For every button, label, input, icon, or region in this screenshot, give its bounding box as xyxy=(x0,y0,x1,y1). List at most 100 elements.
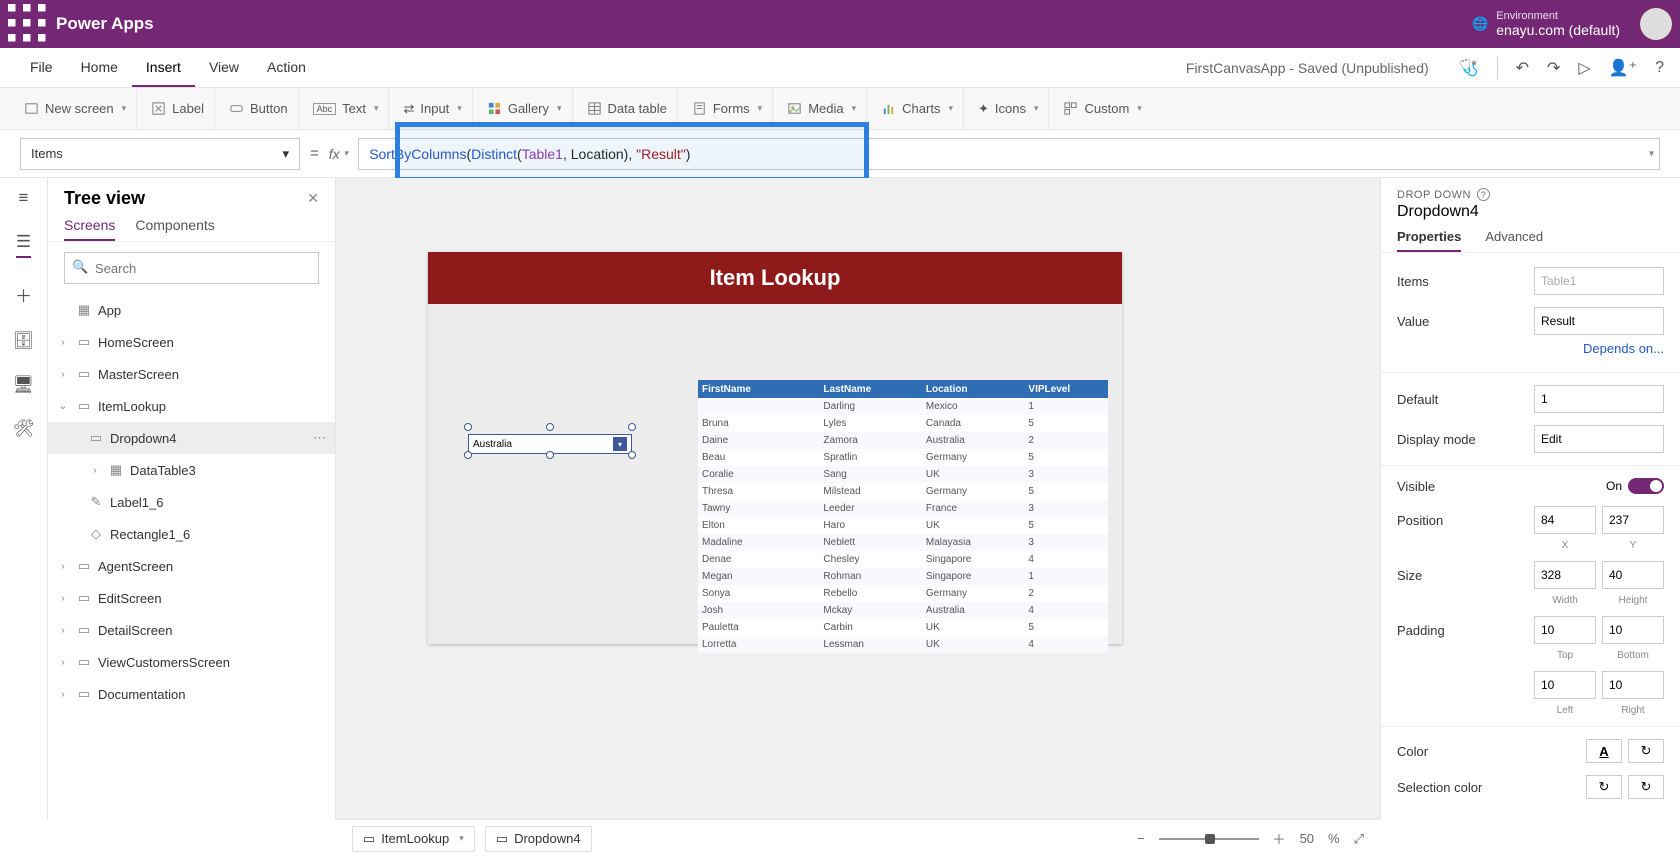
fx-label[interactable]: fx▾ xyxy=(329,146,348,162)
undo-icon[interactable]: ↶ xyxy=(1516,58,1529,78)
resize-handle[interactable] xyxy=(546,451,554,459)
gallery-menu[interactable]: Gallery▾ xyxy=(477,88,573,129)
tree-node-masterscreen[interactable]: ›▭MasterScreen xyxy=(48,358,335,390)
prop-pad-right[interactable] xyxy=(1602,671,1664,699)
help-icon[interactable]: ? xyxy=(1655,59,1664,77)
tree-node-itemlookup[interactable]: ⌄▭ItemLookup xyxy=(48,390,335,422)
environment-picker[interactable]: Environment enayu.com (default) xyxy=(1496,10,1620,38)
prop-position-y[interactable] xyxy=(1602,506,1664,534)
tree-node-agentscreen[interactable]: ›▭AgentScreen xyxy=(48,550,335,582)
charts-menu[interactable]: Charts▾ xyxy=(871,88,964,129)
waffle-icon[interactable] xyxy=(8,4,48,44)
tree-node-editscreen[interactable]: ›▭EditScreen xyxy=(48,582,335,614)
tree-node-rectangle1-6[interactable]: ◇Rectangle1_6 xyxy=(48,518,335,550)
label-button[interactable]: Label xyxy=(141,88,215,129)
tree-search-input[interactable] xyxy=(64,252,319,284)
tab-components[interactable]: Components xyxy=(135,217,214,241)
prop-position-x[interactable] xyxy=(1534,506,1596,534)
prop-default-input[interactable] xyxy=(1534,385,1664,413)
tab-advanced[interactable]: Advanced xyxy=(1485,229,1543,252)
tree-node-datatable3[interactable]: ›▦DataTable3 xyxy=(48,454,335,486)
more-icon[interactable]: ⋯ xyxy=(313,430,327,446)
media-pane-icon[interactable]: 🖥 xyxy=(13,375,35,395)
forms-menu[interactable]: Forms▾ xyxy=(682,88,773,129)
tab-screens[interactable]: Screens xyxy=(64,217,115,241)
prop-size-w[interactable] xyxy=(1534,561,1596,589)
fit-to-window-icon[interactable]: ⤢ xyxy=(1354,831,1364,847)
environment-icon: 🌐 xyxy=(1472,16,1488,32)
data-table-button[interactable]: Data table xyxy=(577,88,678,129)
info-icon[interactable]: ? xyxy=(1477,188,1490,201)
zoom-slider[interactable] xyxy=(1159,838,1259,840)
breadcrumb-screen[interactable]: ▭ItemLookup▾ xyxy=(352,826,475,852)
prop-pad-top[interactable] xyxy=(1534,616,1596,644)
resize-handle[interactable] xyxy=(464,423,472,431)
prop-visible-toggle[interactable]: On xyxy=(1606,478,1664,494)
resize-handle[interactable] xyxy=(464,451,472,459)
menu-file[interactable]: File xyxy=(16,48,67,87)
prop-pad-left[interactable] xyxy=(1534,671,1596,699)
button-button[interactable]: Button xyxy=(219,88,299,129)
prop-items-input[interactable] xyxy=(1534,267,1664,295)
tree-node-app[interactable]: ▦App xyxy=(48,294,335,326)
prop-size-h[interactable] xyxy=(1602,561,1664,589)
text-menu[interactable]: AbcText▾ xyxy=(303,88,390,129)
data-icon[interactable]: 🗄 xyxy=(13,331,35,351)
prop-value-input[interactable] xyxy=(1534,307,1664,335)
canvas-area[interactable]: Item Lookup Australia ▾ FirstNameLastNam… xyxy=(336,178,1380,819)
breadcrumb-control[interactable]: ▭Dropdown4 xyxy=(485,826,592,852)
pos-x-sublabel: X xyxy=(1534,540,1596,551)
insert-ribbon: New screen▾ Label Button AbcText▾ ⇄Input… xyxy=(0,88,1680,130)
prop-displaymode-input[interactable] xyxy=(1534,425,1664,453)
dropdown-value: Australia xyxy=(473,439,512,450)
tree-node-viewcustomers[interactable]: ›▭ViewCustomersScreen xyxy=(48,646,335,678)
zoom-in-icon[interactable]: ＋ xyxy=(1273,829,1286,848)
share-icon[interactable]: 👤⁺ xyxy=(1609,58,1637,78)
icons-menu[interactable]: ✦Icons▾ xyxy=(968,88,1050,129)
play-icon[interactable]: ▷ xyxy=(1578,58,1590,78)
property-selector[interactable]: Items ▾ xyxy=(20,138,300,170)
formula-input[interactable]: SortByColumns(Distinct(Table1, Location)… xyxy=(358,138,1660,170)
app-checker-icon[interactable]: 🩺 xyxy=(1459,58,1479,78)
close-icon[interactable]: ✕ xyxy=(307,190,319,207)
media-menu[interactable]: Media▾ xyxy=(777,88,867,129)
resize-handle[interactable] xyxy=(628,451,636,459)
tree-node-label1-6[interactable]: ✎Label1_6 xyxy=(48,486,335,518)
tree-node-dropdown4[interactable]: ▭Dropdown4⋯ xyxy=(48,422,335,454)
menu-insert[interactable]: Insert xyxy=(132,48,195,87)
formula-expand-icon[interactable]: ▾ xyxy=(1649,148,1654,159)
tab-properties[interactable]: Properties xyxy=(1397,229,1461,252)
canvas-header: Item Lookup xyxy=(428,252,1122,304)
depends-on-link[interactable]: Depends on... xyxy=(1381,341,1680,366)
resize-handle[interactable] xyxy=(546,423,554,431)
custom-menu[interactable]: Custom▾ xyxy=(1053,88,1151,129)
tree-node-homescreen[interactable]: ›▭HomeScreen xyxy=(48,326,335,358)
prop-default-label: Default xyxy=(1397,392,1534,407)
new-screen-button[interactable]: New screen▾ xyxy=(16,88,137,129)
selcolor-swatch[interactable]: ↻ xyxy=(1586,775,1622,799)
insert-pane-icon[interactable]: ＋ xyxy=(15,282,32,307)
tools-icon[interactable]: 🛠 xyxy=(13,419,35,439)
menu-view[interactable]: View xyxy=(195,48,253,87)
pad-l-sublabel: Left xyxy=(1534,705,1596,716)
redo-icon[interactable]: ↷ xyxy=(1547,58,1560,78)
menu-action[interactable]: Action xyxy=(253,48,320,87)
prop-selcolor-label: Selection color xyxy=(1397,780,1586,795)
hamburger-icon[interactable]: ≡ xyxy=(19,188,29,208)
canvas-datatable[interactable]: FirstNameLastNameLocationVIPLevelDarling… xyxy=(698,380,1108,653)
zoom-out-icon[interactable]: − xyxy=(1137,831,1145,846)
tree-view-icon[interactable]: ☰ xyxy=(16,232,31,258)
tree-node-documentation[interactable]: ›▭Documentation xyxy=(48,678,335,710)
pad-b-sublabel: Bottom xyxy=(1602,650,1664,661)
user-avatar[interactable] xyxy=(1640,8,1672,40)
tree-node-detailscreen[interactable]: ›▭DetailScreen xyxy=(48,614,335,646)
artboard-itemlookup[interactable]: Item Lookup Australia ▾ FirstNameLastNam… xyxy=(428,252,1122,644)
font-color-swatch[interactable]: A xyxy=(1586,739,1622,763)
prop-pad-bottom[interactable] xyxy=(1602,616,1664,644)
color-picker-button[interactable]: ↻ xyxy=(1628,739,1664,763)
properties-panel: DROP DOWN? Dropdown4 Properties Advanced… xyxy=(1380,178,1680,819)
resize-handle[interactable] xyxy=(628,423,636,431)
menu-home[interactable]: Home xyxy=(67,48,132,87)
input-menu[interactable]: ⇄Input▾ xyxy=(393,88,472,129)
selcolor-picker[interactable]: ↻ xyxy=(1628,775,1664,799)
